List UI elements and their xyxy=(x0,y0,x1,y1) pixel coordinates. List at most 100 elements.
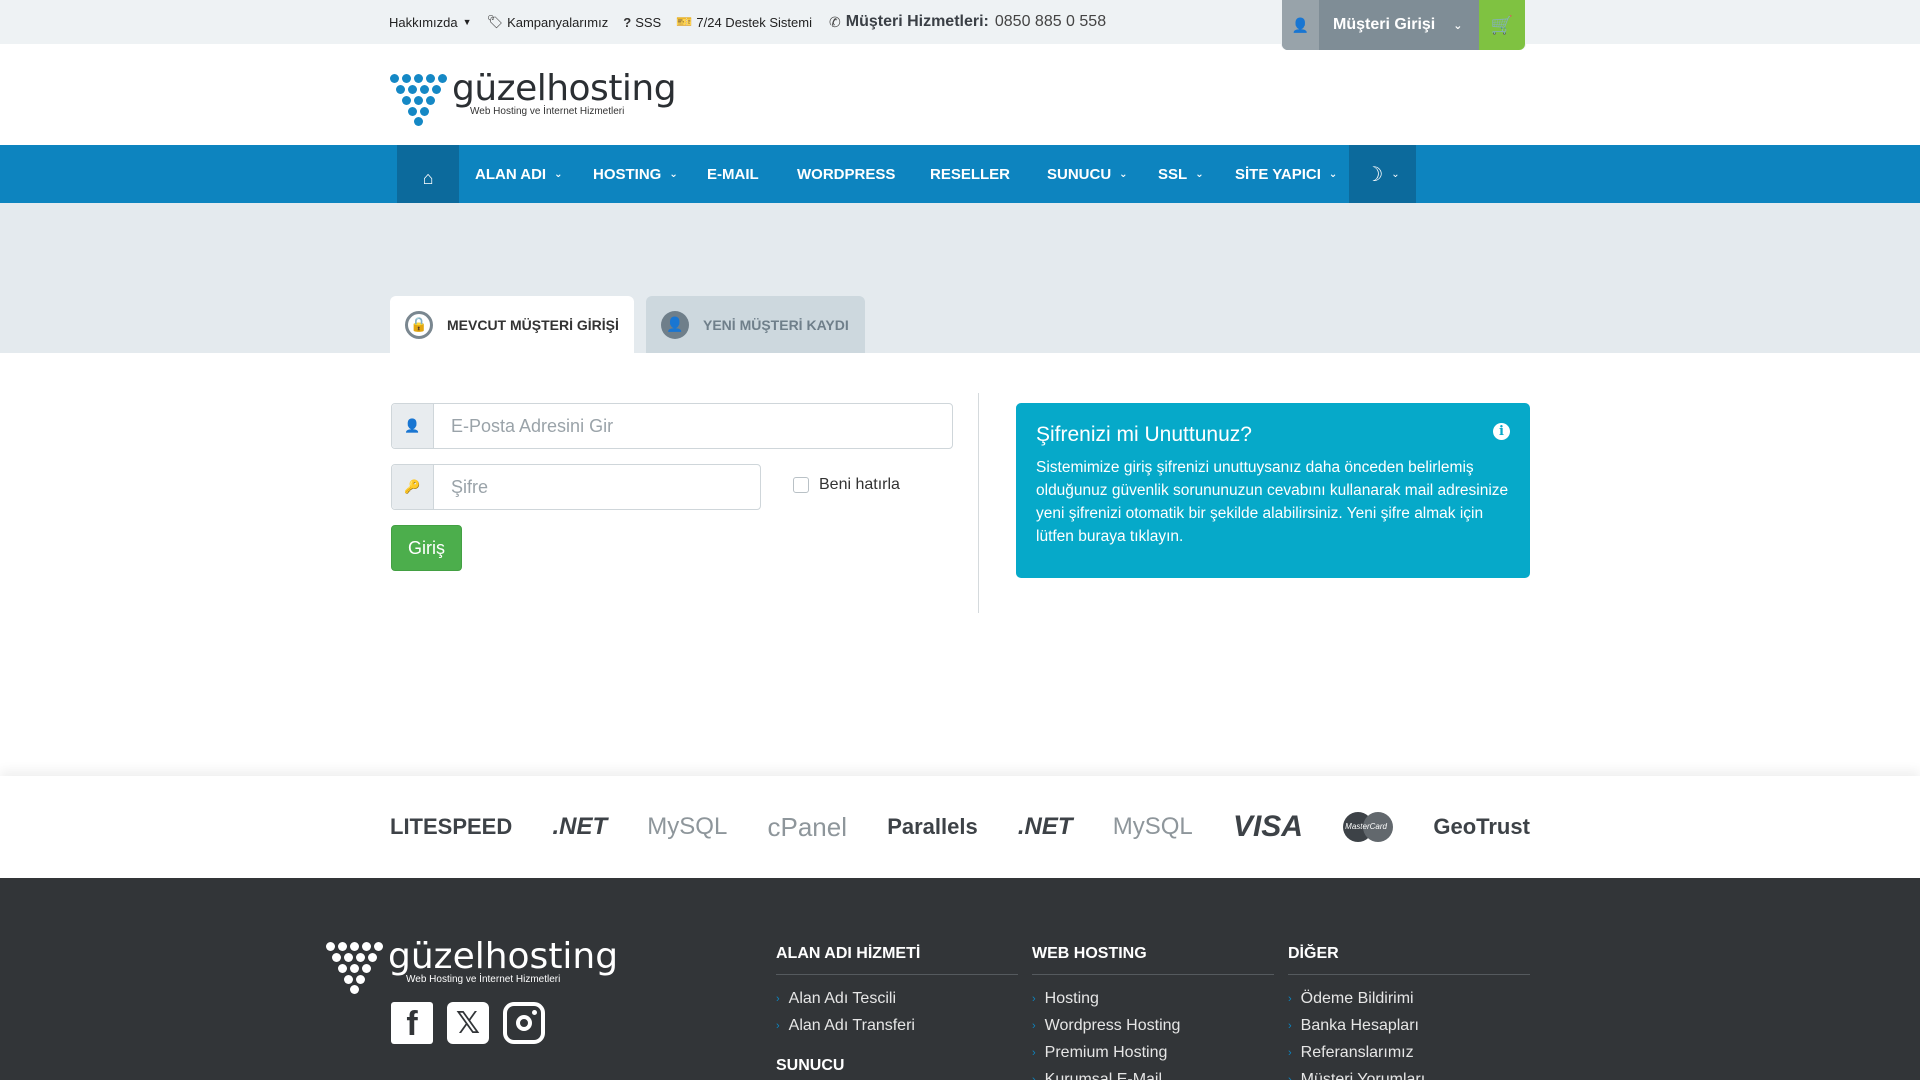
nav-item-wordpress[interactable]: WORDPRESS xyxy=(797,145,895,203)
visa-logo: VISA xyxy=(1232,810,1303,843)
footer-link[interactable]: › Premium Hosting xyxy=(1032,1039,1274,1066)
dotnet-logo: .NET xyxy=(1017,813,1073,840)
accessibility-button[interactable]: ☽ ⌄ xyxy=(1349,145,1416,203)
footer-link[interactable]: › Alan Adı Transferi xyxy=(776,1012,1018,1039)
chevron-down-icon: ⌄ xyxy=(1119,168,1128,180)
footer-logo-wordmark: güzelhosting xyxy=(388,938,618,976)
user-icon: 👤 xyxy=(1282,0,1319,50)
remember-me[interactable]: Beni hatırla xyxy=(793,476,900,494)
geotrust-logo: GeoTrust xyxy=(1433,814,1530,839)
info-icon: i xyxy=(1493,423,1510,440)
logo-wordmark: güzelhosting xyxy=(452,70,677,108)
email-input[interactable] xyxy=(434,404,952,448)
chevron-right-icon: › xyxy=(776,992,780,1005)
nav-item-reseller[interactable]: RESELLER xyxy=(930,145,1010,203)
chevron-down-icon: ⌄ xyxy=(1391,168,1400,180)
footer-logo[interactable]: güzelhosting Web Hosting ve İnternet Hiz… xyxy=(326,938,618,994)
campaigns-link[interactable]: 🏷 Kampanyalarımız xyxy=(487,14,609,30)
cpanel-logo: cPanel xyxy=(767,811,848,842)
nav-item-label: SUNUCU xyxy=(1047,165,1112,183)
nav-item-email[interactable]: E-MAIL xyxy=(707,145,759,203)
footer-col-title: ALAN ADI HİZMETİ xyxy=(776,945,1018,975)
chevron-down-icon: ⌄ xyxy=(1328,168,1338,180)
tag-icon: 🏷 xyxy=(486,14,504,29)
chevron-right-icon: › xyxy=(1288,1046,1292,1059)
footer-link-label: Alan Adı Tescili xyxy=(788,989,896,1007)
footer-link[interactable]: › Banka Hesapları xyxy=(1288,1012,1530,1039)
forgot-password-text: Sistemimize giriş şifrenizi unuttuysanız… xyxy=(1036,459,1509,545)
divider xyxy=(978,393,979,613)
footer-link[interactable]: › Referanslarımız xyxy=(1288,1039,1530,1066)
footer-link[interactable]: › Hosting xyxy=(1032,985,1274,1012)
dotnet-logo: .NET xyxy=(552,813,608,840)
login-submit-button[interactable]: Giriş xyxy=(391,525,462,571)
footer-link[interactable]: › Ödeme Bildirimi xyxy=(1288,985,1530,1012)
caret-down-icon: ▼ xyxy=(462,17,472,27)
footer-link-label: Ödeme Bildirimi xyxy=(1300,989,1414,1007)
nav-item-label: SİTE YAPICI xyxy=(1235,165,1321,183)
lock-icon: 🔒 xyxy=(405,310,433,339)
footer-link-label: Alan Adı Transferi xyxy=(788,1016,915,1034)
social-links: f 𝕏 xyxy=(391,1002,559,1044)
footer-link[interactable]: › Alan Adı Tescili xyxy=(776,985,1018,1012)
footer-link[interactable]: › Müşteri Yorumları xyxy=(1288,1066,1530,1080)
footer-col-domain: ALAN ADI HİZMETİ › Alan Adı Tescili › Alan… xyxy=(776,945,1018,1075)
customer-login-label: Müşteri Girişi xyxy=(1333,16,1436,33)
tab-existing-customer[interactable]: 🔒 MEVCUT MÜŞTERİ GİRİŞİ xyxy=(390,296,634,353)
tab-new-label: YENİ MÜŞTERİ KAYDI xyxy=(703,316,849,333)
chevron-right-icon: › xyxy=(1288,1073,1292,1080)
logo-grape-icon xyxy=(390,70,447,126)
customer-service-phone: ✆ Müşteri Hizmetleri: 0850 885 0 558 xyxy=(829,13,1106,31)
main-nav: ⌂ ALAN ADI ⌄ HOSTING ⌄ E-MAIL WORDPRESS RE… xyxy=(0,145,1920,211)
password-field: 🔑 xyxy=(391,464,761,510)
user-circle-icon: 👤 xyxy=(661,310,689,339)
faq-link[interactable]: ? SSS xyxy=(623,15,661,30)
chevron-right-icon: › xyxy=(1032,1046,1036,1059)
footer-link[interactable]: › Wordpress Hosting xyxy=(1032,1012,1274,1039)
mastercard-logo: MasterCard xyxy=(1343,812,1394,842)
ticket-icon: 🎫 xyxy=(676,14,693,29)
footer-link-label: Banka Hesapları xyxy=(1300,1016,1419,1034)
forgot-password-box[interactable]: Şifrenizi mi Unuttunuz? Sistemimize giri… xyxy=(1016,403,1530,578)
footer-link-label: Referanslarımız xyxy=(1300,1043,1414,1061)
about-link[interactable]: Hakkımızda ▼ xyxy=(389,15,472,30)
forgot-password-title: Şifrenizi mi Unuttunuz? xyxy=(1036,423,1252,446)
footer-link[interactable]: › Kurumsal E-Mail xyxy=(1032,1066,1274,1080)
chevron-right-icon: › xyxy=(1288,1019,1292,1032)
nav-item-server[interactable]: SUNUCU ⌄ xyxy=(1047,145,1128,203)
remember-checkbox[interactable] xyxy=(793,477,809,493)
home-button[interactable]: ⌂ xyxy=(397,145,459,211)
faq-link-label: SSS xyxy=(635,14,662,30)
phone-number[interactable]: 0850 885 0 558 xyxy=(995,13,1106,31)
tab-new-customer[interactable]: 👤 YENİ MÜŞTERİ KAYDI xyxy=(646,296,865,353)
customer-login-button[interactable]: 👤 Müşteri Girişi ⌄ xyxy=(1282,0,1479,50)
campaigns-link-label: Kampanyalarımız xyxy=(507,14,609,30)
logo-grape-icon xyxy=(326,938,383,994)
chevron-right-icon: › xyxy=(1032,1073,1036,1080)
x-icon[interactable]: 𝕏 xyxy=(447,1002,489,1044)
remember-label: Beni hatırla xyxy=(819,476,900,493)
user-icon: 👤 xyxy=(392,404,434,448)
site-logo[interactable]: güzelhosting Web Hosting ve İnternet Hiz… xyxy=(390,70,677,126)
home-icon: ⌂ xyxy=(422,167,434,188)
footer-link-label: Kurumsal E-Mail xyxy=(1044,1070,1163,1080)
chevron-down-icon: ⌄ xyxy=(554,168,563,180)
nav-item-ssl[interactable]: SSL ⌄ xyxy=(1158,145,1204,203)
facebook-icon[interactable]: f xyxy=(391,1002,433,1044)
nav-item-domain[interactable]: ALAN ADI ⌄ xyxy=(475,145,563,203)
mysql-logo: MySQL xyxy=(1112,813,1193,840)
instagram-icon[interactable] xyxy=(503,1002,545,1044)
question-icon: ? xyxy=(623,14,632,30)
chevron-down-icon: ⌄ xyxy=(669,168,678,180)
footer-link-label: Wordpress Hosting xyxy=(1044,1016,1181,1034)
chevron-right-icon: › xyxy=(1032,992,1036,1005)
password-input[interactable] xyxy=(434,465,760,509)
nav-item-site-builder[interactable]: SİTE YAPICI ⌄ xyxy=(1235,145,1337,203)
partner-logos: LITESPEED .NET MySQL cPanel Parallels .N… xyxy=(0,776,1920,878)
footer-link-label: Hosting xyxy=(1044,989,1099,1007)
nav-item-hosting[interactable]: HOSTING ⌄ xyxy=(593,145,678,203)
support-link[interactable]: 🎫 7/24 Destek Sistemi xyxy=(676,14,812,30)
cart-button[interactable]: 🛒 xyxy=(1479,0,1525,50)
footer-col-title: DİĞER xyxy=(1288,945,1530,975)
mysql-logo: MySQL xyxy=(647,813,728,840)
